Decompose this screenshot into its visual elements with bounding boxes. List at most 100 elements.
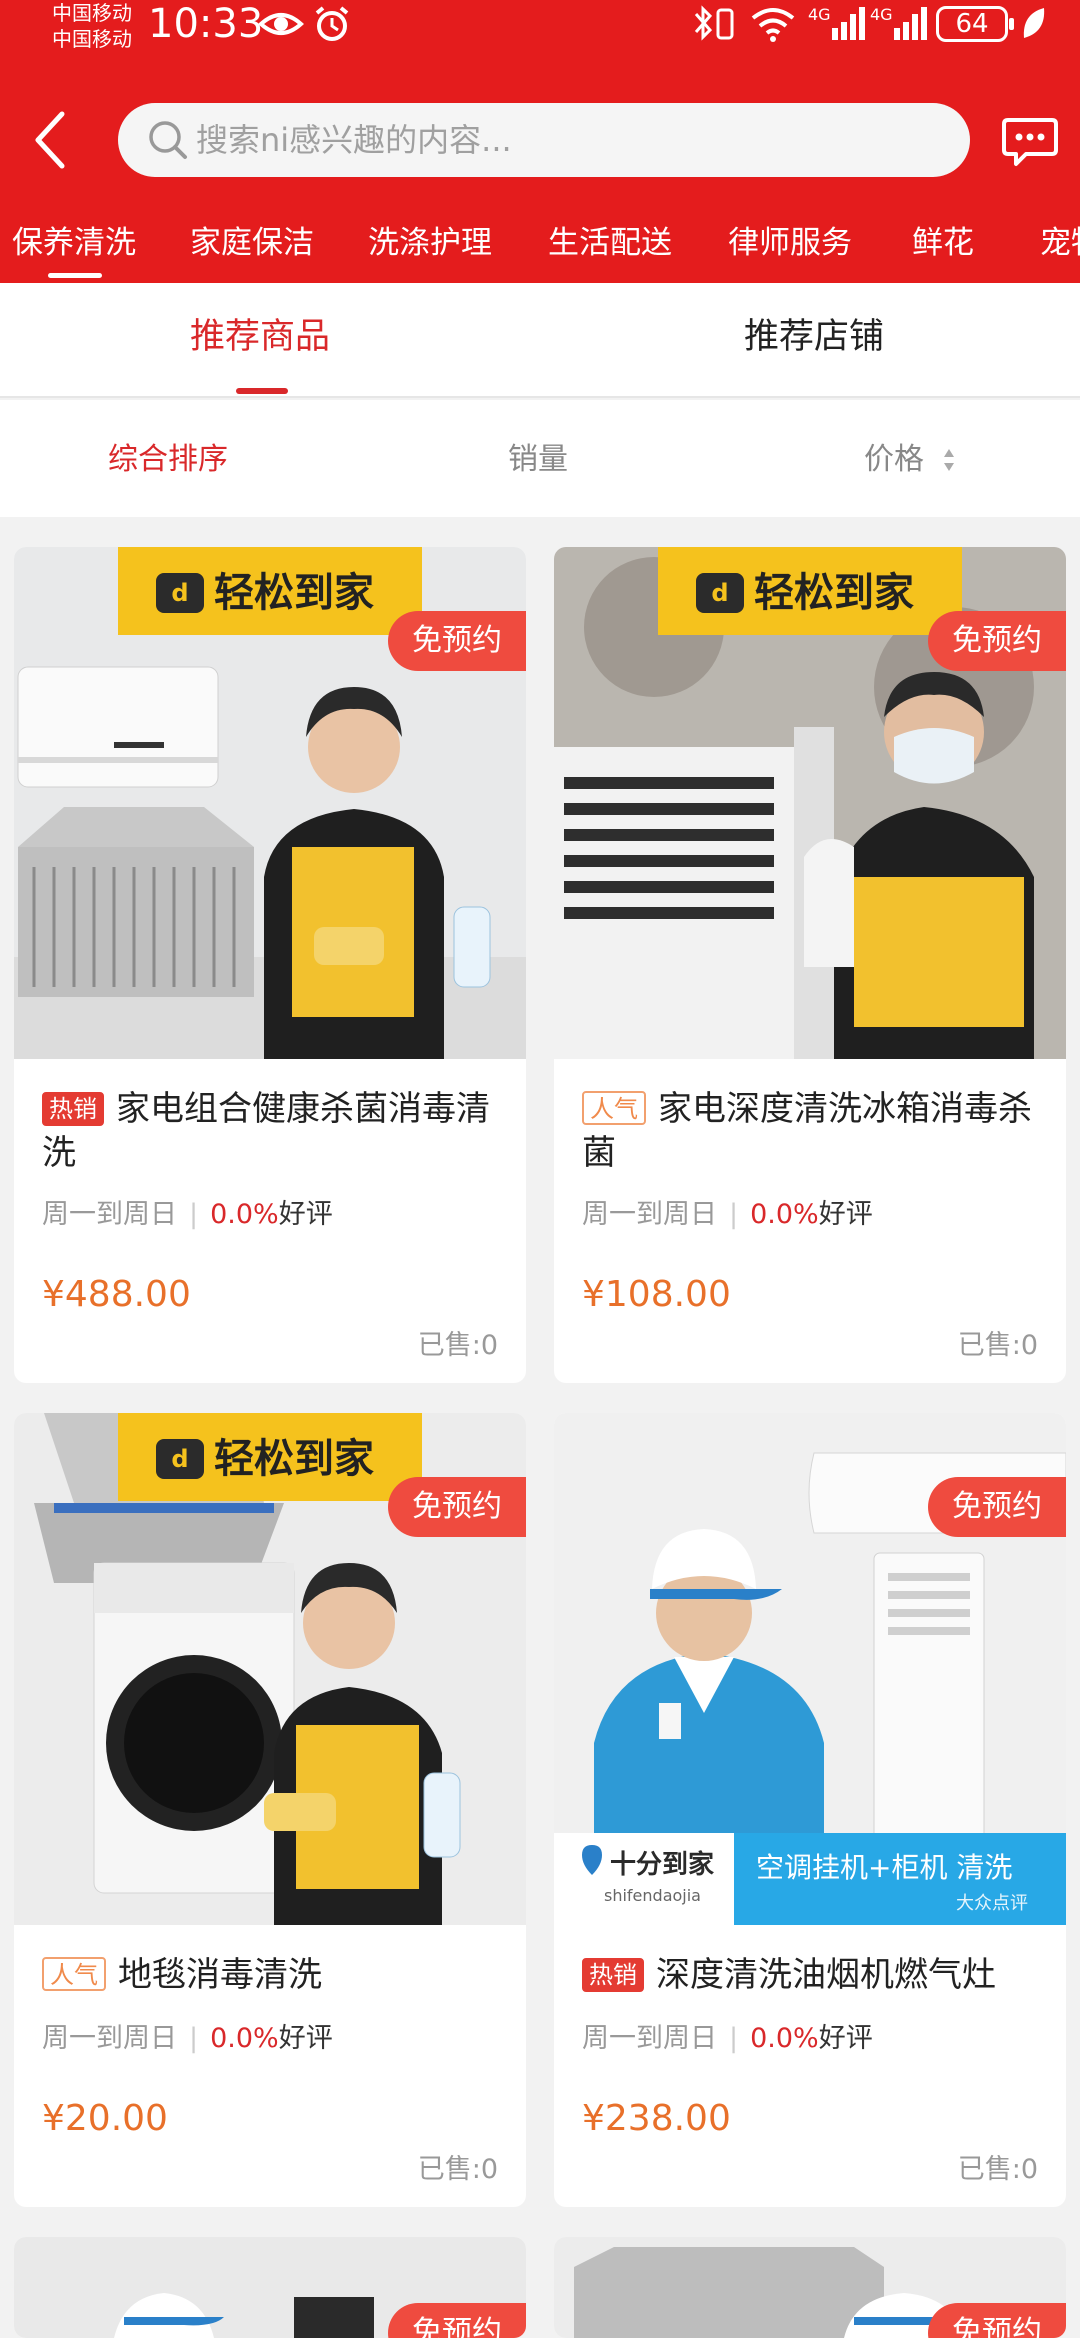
tab-recommended-shops[interactable]: 推荐店铺 (744, 315, 884, 359)
rating-label: 好评 (278, 1199, 333, 1230)
category-tab-maintenance[interactable]: 保养清洗 (12, 223, 136, 263)
back-arrow-icon[interactable] (20, 100, 80, 180)
brand-logo-icon: d (156, 1439, 204, 1479)
product-title[interactable]: 热销 深度清洗油烟机燃气灶 (582, 1953, 1052, 1997)
product-price: ¥238.00 (582, 2098, 731, 2139)
product-meta: 周一到周日 | 0.0%好评 (582, 1197, 873, 1233)
rating-label: 好评 (278, 2023, 333, 2054)
bluetooth-icon (694, 5, 734, 41)
no-appointment-badge: 免预约 (388, 1477, 526, 1537)
product-meta: 周一到周日 | 0.0%好评 (42, 2021, 333, 2057)
category-tab-laundry[interactable]: 洗涤护理 (368, 223, 492, 263)
service-schedule: 周一到周日 (42, 2023, 177, 2054)
product-title-text: 家电深度清洗冰箱消毒杀菌 (582, 1089, 1032, 1173)
tab-recommended-products[interactable]: 推荐商品 (190, 315, 330, 359)
product-card[interactable]: 免预约 (14, 2237, 526, 2338)
product-price: ¥20.00 (42, 2098, 168, 2139)
status-time: 10:33 (148, 1, 264, 47)
product-card[interactable]: d 轻松到家 免预约 人气 家电深度清洗冰箱消毒杀菌 周一到周日 | 0.0%好评 ¥… (554, 547, 1066, 1383)
status-bar: 中国移动 中国移动 10:33 4G 4G 64 (0, 0, 1080, 55)
rating-value: 0.0% (210, 1199, 279, 1230)
product-image[interactable]: 十分到家 shifendaojia 空调挂机+柜机 清洗 大众点评 免预约 (554, 1413, 1066, 1925)
product-title-text: 家电组合健康杀菌消毒清洗 (42, 1089, 490, 1173)
signal-icon: 4G (808, 5, 865, 40)
product-image[interactable]: d 轻松到家 免预约 (14, 547, 526, 1059)
hot-sale-tag: 热销 (582, 1958, 644, 1992)
service-schedule: 周一到周日 (582, 2023, 717, 2054)
carrier-1: 中国移动 (52, 1, 132, 25)
rating-value: 0.0% (750, 2023, 819, 2054)
no-appointment-badge: 免预约 (388, 611, 526, 671)
sort-price[interactable]: 价格 (864, 440, 924, 480)
product-card[interactable]: 十分到家 shifendaojia 空调挂机+柜机 清洗 大众点评 免预约 热销… (554, 1413, 1066, 2207)
svg-text:4G: 4G (808, 5, 831, 24)
search-bar[interactable] (118, 103, 970, 177)
product-title[interactable]: 热销 家电组合健康杀菌消毒清洗 (42, 1087, 512, 1175)
brand-banner: d 轻松到家 (658, 547, 962, 635)
alarm-icon (315, 6, 349, 41)
meta-separator: | (189, 2023, 199, 2054)
category-tab-housekeeping[interactable]: 家庭保洁 (190, 223, 314, 263)
sold-count: 已售:0 (957, 1330, 1038, 1361)
leaf-icon (1023, 8, 1045, 38)
no-appointment-badge: 免预约 (928, 1477, 1066, 1537)
product-title-text: 地毯消毒清洗 (118, 1955, 322, 1995)
svg-text:4G: 4G (870, 5, 893, 24)
message-icon[interactable] (1000, 110, 1060, 170)
search-input[interactable] (196, 103, 936, 177)
category-tab-lawyer[interactable]: 律师服务 (728, 223, 852, 263)
category-nav: 保养清洗 家庭保洁 洗涤护理 生活配送 律师服务 鲜花 宠物 (0, 213, 1080, 283)
product-card[interactable]: d 轻松到家 免预约 热销 家电组合健康杀菌消毒清洗 周一到周日 | 0.0%好评 ¥… (14, 547, 526, 1383)
popular-tag: 人气 (42, 1957, 106, 1991)
sold-count: 已售:0 (417, 2154, 498, 2185)
product-meta: 周一到周日 | 0.0%好评 (582, 2021, 873, 2057)
product-card[interactable]: d 轻松到家 免预约 人气 地毯消毒清洗 周一到周日 | 0.0%好评 ¥20.00 … (14, 1413, 526, 2207)
sold-count: 已售:0 (957, 2154, 1038, 2185)
category-tab-delivery[interactable]: 生活配送 (548, 223, 672, 263)
active-category-indicator (48, 273, 102, 278)
service-schedule: 周一到周日 (42, 1199, 177, 1230)
brand-subname: shifendaojia (604, 1886, 701, 1905)
product-price: ¥108.00 (582, 1274, 731, 1315)
rating-value: 0.0% (750, 1199, 819, 1230)
category-tab-pets[interactable]: 宠物 (1040, 223, 1080, 263)
app-header: 中国移动 中国移动 10:33 4G 4G 64 搜索ni感兴趣的内容... 保… (0, 0, 1080, 283)
sort-arrows-icon[interactable] (942, 447, 956, 473)
review-site-label: 大众点评 (956, 1893, 1028, 1914)
rating-label: 好评 (818, 1199, 873, 1230)
meta-separator: | (729, 2023, 739, 2054)
product-card[interactable]: 免预约 (554, 2237, 1066, 2338)
popular-tag: 人气 (582, 1091, 646, 1125)
meta-separator: | (729, 1199, 739, 1230)
brand-name: 轻松到家 (214, 570, 374, 616)
product-title[interactable]: 人气 地毯消毒清洗 (42, 1953, 512, 1997)
no-appointment-badge: 免预约 (388, 2303, 526, 2338)
sort-overall[interactable]: 综合排序 (108, 440, 228, 480)
brand-name: 轻松到家 (214, 1436, 374, 1482)
service-schedule: 周一到周日 (582, 1199, 717, 1230)
product-image[interactable]: d 轻松到家 免预约 (14, 1413, 526, 1925)
hot-sale-tag: 热销 (42, 1092, 104, 1126)
signal-icon: 4G (870, 5, 927, 40)
brand-banner: d 轻松到家 (118, 1413, 422, 1501)
product-title-text: 深度清洗油烟机燃气灶 (656, 1955, 996, 1995)
rating-label: 好评 (818, 2023, 873, 2054)
search-icon (149, 121, 187, 159)
brand-logo-icon: d (156, 573, 204, 613)
sort-sales[interactable]: 销量 (508, 440, 568, 480)
carrier-labels: 中国移动 中国移动 (52, 0, 132, 52)
product-price: ¥488.00 (42, 1274, 191, 1315)
brand-name: 十分到家 (610, 1849, 714, 1880)
product-meta: 周一到周日 | 0.0%好评 (42, 1197, 333, 1233)
product-title[interactable]: 人气 家电深度清洗冰箱消毒杀菌 (582, 1087, 1052, 1175)
service-banner-text: 空调挂机+柜机 清洗 (756, 1851, 1012, 1884)
product-image[interactable]: d 轻松到家 免预约 (554, 547, 1066, 1059)
category-tab-flowers[interactable]: 鲜花 (912, 223, 974, 263)
recommend-tabs: 推荐商品 推荐店铺 (0, 283, 1080, 398)
carrier-2: 中国移动 (52, 27, 132, 51)
brand-logo-icon: d (696, 573, 744, 613)
eye-icon (258, 13, 304, 35)
sold-count: 已售:0 (417, 1330, 498, 1361)
battery-indicator: 64 (936, 6, 1014, 42)
sort-bar: 综合排序 销量 价格 (0, 400, 1080, 517)
